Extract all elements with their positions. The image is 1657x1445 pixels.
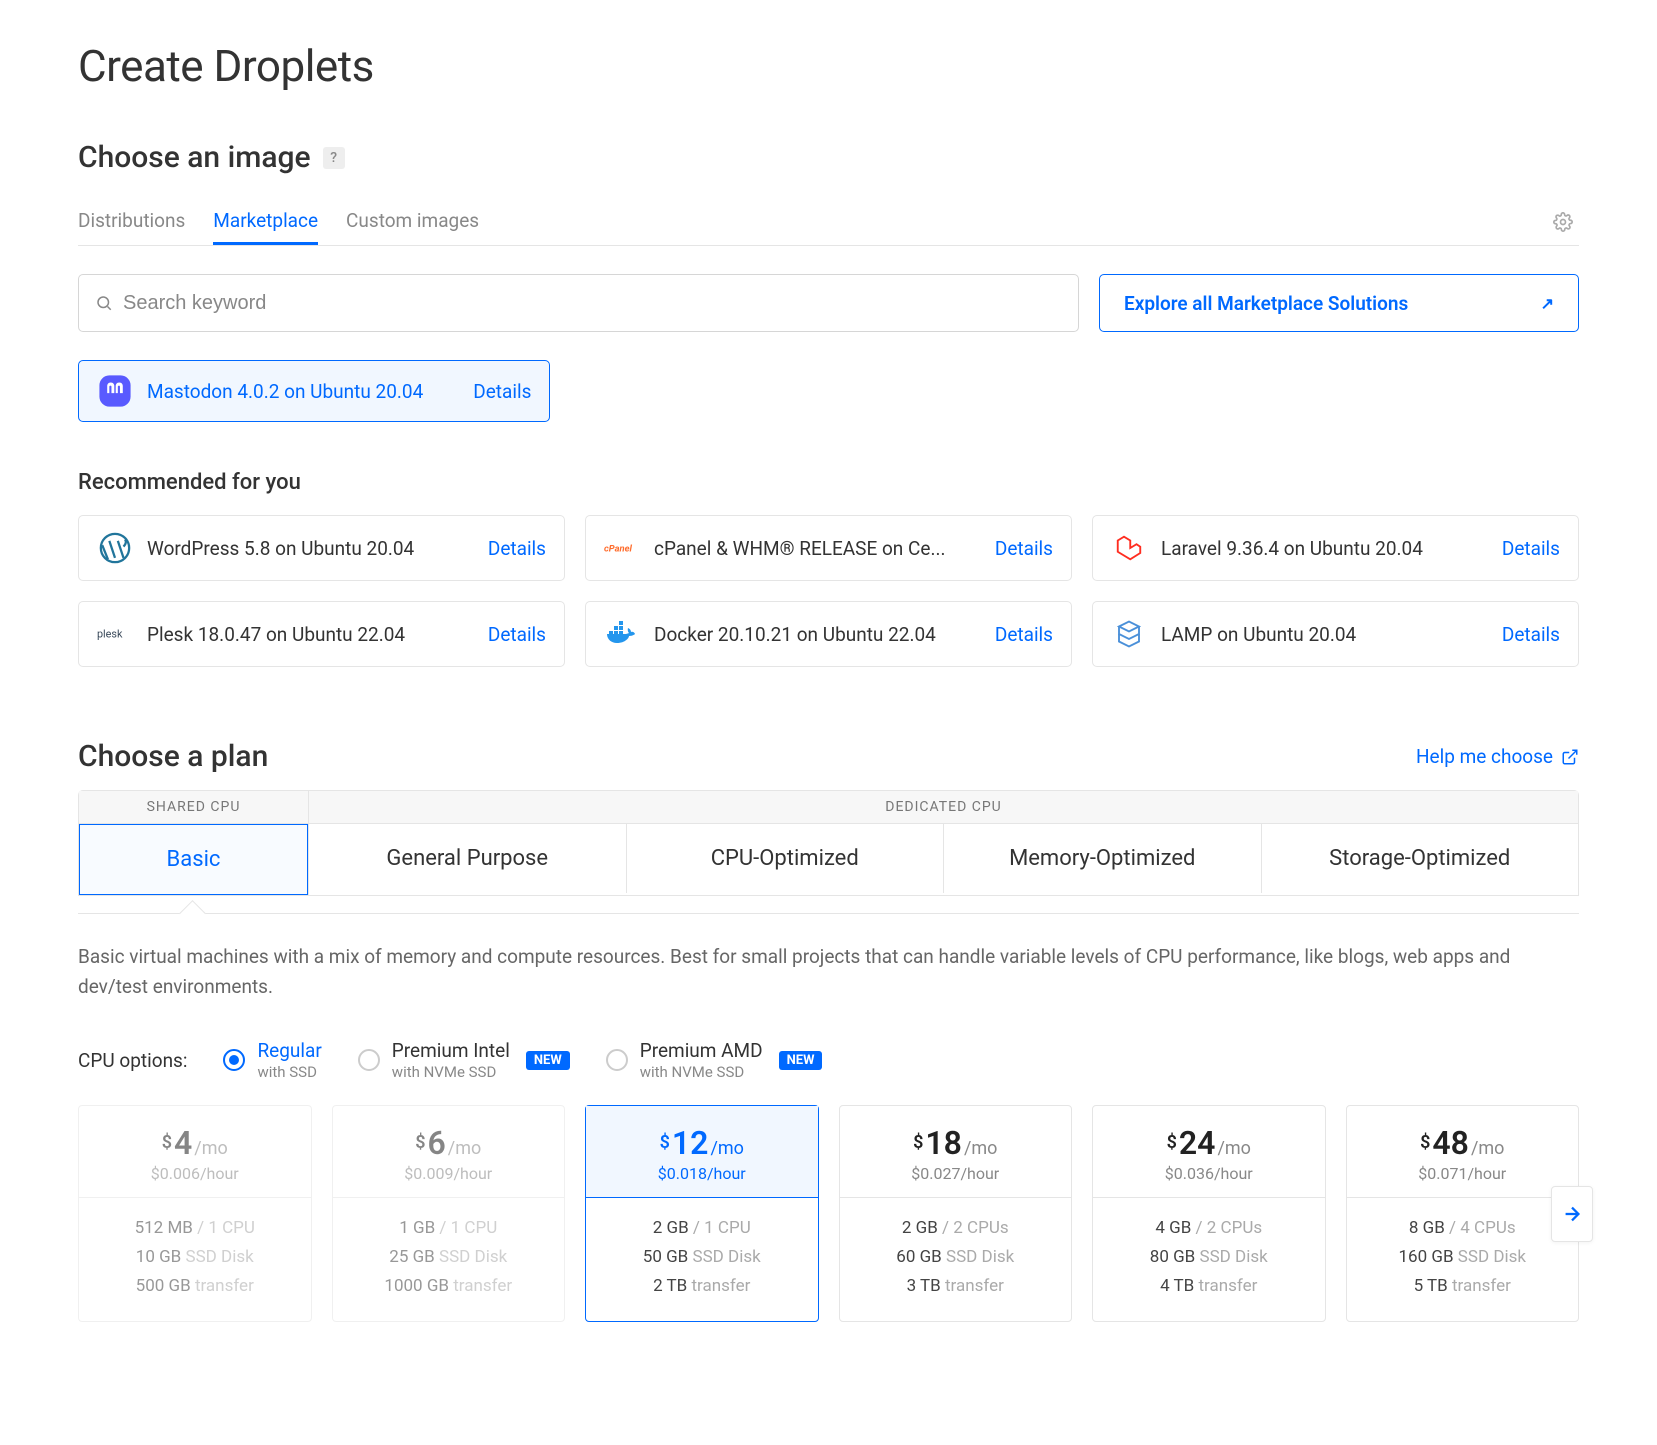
rec-details-link[interactable]: Details [488,537,546,560]
gear-icon[interactable] [1547,206,1579,238]
tab-marketplace[interactable]: Marketplace [213,199,318,245]
mastodon-icon [97,373,133,409]
plan-cpu-button[interactable]: CPU-Optimized [627,824,945,893]
plan-storage-button[interactable]: Storage-Optimized [1262,824,1579,893]
rec-label: Laravel 9.36.4 on Ubuntu 20.04 [1161,537,1490,560]
price-grid: $4/mo$0.006/hour512 MB / 1 CPU10 GB SSD … [78,1105,1579,1322]
external-link-icon: ↗ [1541,294,1554,313]
scroll-next-button[interactable] [1551,1186,1593,1242]
rec-card-laravel[interactable]: Laravel 9.36.4 on Ubuntu 20.04 Details [1092,515,1579,581]
plan-description: Basic virtual machines with a mix of mem… [78,942,1579,1003]
plan-tabs: SHARED CPU Basic DEDICATED CPU General P… [78,790,1579,896]
svg-text:plesk: plesk [97,628,123,641]
rec-label: Plesk 18.0.47 on Ubuntu 22.04 [147,623,476,646]
cpu-name: Regular [257,1039,321,1063]
cpu-sub: with NVMe SSD [640,1063,763,1082]
cpu-sub: with NVMe SSD [392,1063,510,1082]
help-me-choose-link[interactable]: Help me choose [1416,745,1579,768]
plan-connector [78,896,1579,914]
rec-details-link[interactable]: Details [995,623,1053,646]
cpu-options: CPU options: Regular with SSD Premium In… [78,1039,1579,1082]
image-tabs: Distributions Marketplace Custom images [78,199,1579,246]
price-card[interactable]: $18/mo$0.027/hour2 GB / 2 CPUs60 GB SSD … [839,1105,1073,1322]
external-link-icon [1561,748,1579,766]
page-title: Create Droplets [78,40,1579,92]
price-card: $4/mo$0.006/hour512 MB / 1 CPU10 GB SSD … [78,1105,312,1322]
selected-image-details-link[interactable]: Details [473,380,531,403]
plesk-icon: plesk [97,616,133,652]
laravel-icon [1111,530,1147,566]
cpu-option-amd[interactable]: Premium AMD with NVMe SSD NEW [606,1039,823,1082]
search-icon [95,294,113,312]
radio-icon [358,1049,380,1071]
shared-cpu-label: SHARED CPU [79,791,308,824]
price-card: $6/mo$0.009/hour1 GB / 1 CPU25 GB SSD Di… [332,1105,566,1322]
cpu-sub: with SSD [257,1063,321,1082]
recommended-grid: WordPress 5.8 on Ubuntu 20.04 Details cP… [78,515,1579,667]
rec-card-lamp[interactable]: LAMP on Ubuntu 20.04 Details [1092,601,1579,667]
price-card[interactable]: $12/mo$0.018/hour2 GB / 1 CPU50 GB SSD D… [585,1105,819,1322]
selected-image-chip[interactable]: Mastodon 4.0.2 on Ubuntu 20.04 Details [78,360,550,422]
rec-card-cpanel[interactable]: cPanel cPanel & WHM® RELEASE on Ce... De… [585,515,1072,581]
lamp-icon [1111,616,1147,652]
rec-label: cPanel & WHM® RELEASE on Ce... [654,537,983,560]
wordpress-icon [97,530,133,566]
help-icon[interactable]: ? [323,147,345,169]
search-input[interactable] [123,292,1062,315]
plan-memory-button[interactable]: Memory-Optimized [944,824,1262,893]
tab-distributions[interactable]: Distributions [78,199,185,245]
svg-text:cPanel: cPanel [604,543,633,554]
cpu-name: Premium AMD [640,1039,763,1063]
rec-details-link[interactable]: Details [1502,537,1560,560]
rec-details-link[interactable]: Details [995,537,1053,560]
price-card[interactable]: $24/mo$0.036/hour4 GB / 2 CPUs80 GB SSD … [1092,1105,1326,1322]
rec-card-docker[interactable]: Docker 20.10.21 on Ubuntu 22.04 Details [585,601,1072,667]
radio-icon [606,1049,628,1071]
rec-card-plesk[interactable]: plesk Plesk 18.0.47 on Ubuntu 22.04 Deta… [78,601,565,667]
rec-label: LAMP on Ubuntu 20.04 [1161,623,1490,646]
new-badge: NEW [779,1051,823,1070]
cpu-options-label: CPU options: [78,1049,187,1072]
plan-general-button[interactable]: General Purpose [309,824,627,893]
radio-icon [223,1049,245,1071]
rec-label: WordPress 5.8 on Ubuntu 20.04 [147,537,476,560]
explore-label: Explore all Marketplace Solutions [1124,292,1408,315]
plan-basic-button[interactable]: Basic [79,824,308,895]
cpu-name: Premium Intel [392,1039,510,1063]
cpu-option-intel[interactable]: Premium Intel with NVMe SSD NEW [358,1039,570,1082]
price-card[interactable]: $48/mo$0.071/hour8 GB / 4 CPUs160 GB SSD… [1346,1105,1580,1322]
search-box[interactable] [78,274,1079,332]
rec-details-link[interactable]: Details [1502,623,1560,646]
dedicated-cpu-label: DEDICATED CPU [309,791,1578,824]
selected-image-label: Mastodon 4.0.2 on Ubuntu 20.04 [147,380,423,403]
cpanel-icon: cPanel [604,530,640,566]
section-title-text: Choose an image [78,140,311,175]
rec-details-link[interactable]: Details [488,623,546,646]
choose-image-heading: Choose an image ? [78,140,1579,175]
rec-label: Docker 20.10.21 on Ubuntu 22.04 [654,623,983,646]
recommended-heading: Recommended for you [78,470,1579,495]
explore-marketplace-button[interactable]: Explore all Marketplace Solutions ↗ [1099,274,1579,332]
help-link-text: Help me choose [1416,745,1553,768]
choose-plan-heading: Choose a plan [78,739,268,774]
cpu-option-regular[interactable]: Regular with SSD [223,1039,321,1082]
rec-card-wordpress[interactable]: WordPress 5.8 on Ubuntu 20.04 Details [78,515,565,581]
new-badge: NEW [526,1051,570,1070]
docker-icon [604,616,640,652]
tab-custom-images[interactable]: Custom images [346,199,479,245]
